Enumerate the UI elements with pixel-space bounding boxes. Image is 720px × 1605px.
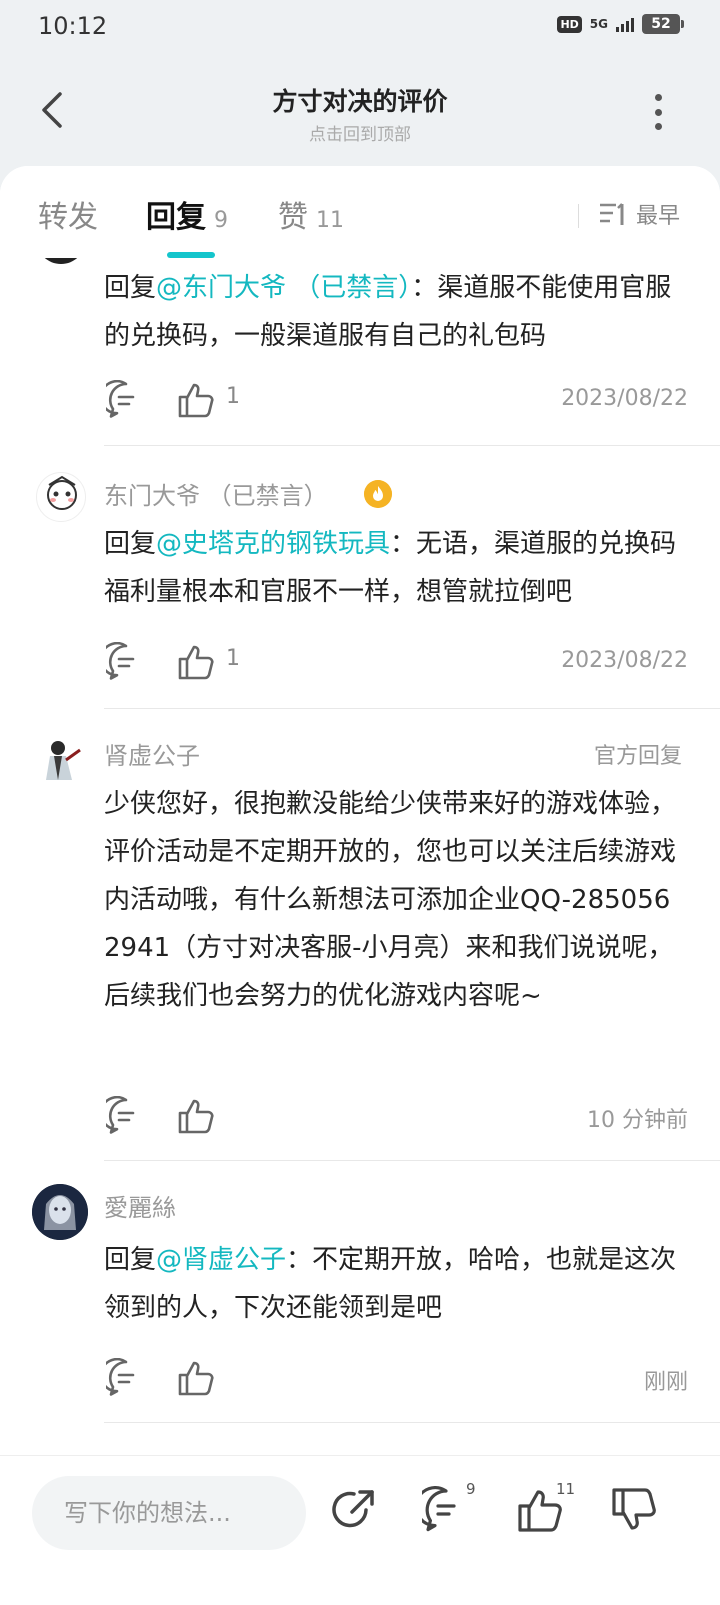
tab-reply[interactable]: 回复 9	[146, 192, 228, 236]
avatar[interactable]	[36, 736, 86, 786]
reply-actions: 刚刚	[104, 1358, 688, 1398]
sort-divider	[578, 204, 579, 228]
comment-icon[interactable]	[106, 642, 146, 682]
network-type: 5G	[589, 17, 608, 31]
thumbs-up-icon[interactable]	[176, 1096, 216, 1136]
status-bar: 10:12 HD 5G 52	[0, 0, 720, 56]
avatar[interactable]	[32, 1184, 88, 1240]
author-name[interactable]: 东门大爷 （已禁言）	[104, 476, 328, 511]
reply-item: 肾虚公子 官方回复 少侠您好，很抱歉没能给少侠带来好的游戏体验，评价活动是不定期…	[0, 736, 720, 1161]
reply-content: 回复@史塔克的钢铁玩具：无语，渠道服的兑换码福利量根本和官服不一样，想管就拉倒吧	[104, 529, 677, 607]
tab-reply-count: 9	[214, 208, 228, 233]
official-reply-tag: 官方回复	[593, 744, 682, 769]
timestamp: 10 分钟前	[587, 1108, 688, 1133]
reply-actions: 1 2023/08/22	[104, 380, 688, 420]
reply-actions: 1 2023/08/22	[104, 642, 688, 682]
status-time: 10:12	[38, 12, 108, 40]
battery-icon: 52	[642, 14, 684, 34]
reply-content: 少侠您好，很抱歉没能给少侠带来好的游戏体验，评价活动是不定期开放的，您也可以关注…	[104, 789, 677, 1011]
back-to-top-hint[interactable]: 点击回到顶部	[0, 120, 720, 145]
share-icon[interactable]	[330, 1486, 378, 1534]
reply-actions: 10 分钟前	[104, 1096, 688, 1136]
author-name[interactable]: 肾虚公子	[104, 736, 200, 771]
tab-like[interactable]: 赞 11	[278, 192, 344, 236]
reply-item: 东门大爷 （已禁言） 回复@史塔克的钢铁玩具：无语，渠道服的兑换码福利量根本和官…	[0, 472, 720, 712]
tab-like-count: 11	[316, 208, 344, 233]
sort-label: 最早	[636, 204, 681, 229]
comment-icon[interactable]	[106, 380, 146, 420]
bottom-action-bar: 写下你的想法... 9 11	[0, 1455, 720, 1605]
nav-bar: 方寸对决的评价 点击回到顶部	[0, 64, 720, 154]
timestamp: 刚刚	[643, 1370, 688, 1395]
thumbs-up-icon[interactable]	[176, 380, 216, 420]
divider	[104, 445, 720, 446]
hd-icon: HD	[557, 15, 582, 33]
comment-input[interactable]: 写下你的想法...	[32, 1476, 306, 1550]
avatar[interactable]	[36, 472, 86, 522]
timestamp: 2023/08/22	[561, 648, 688, 673]
divider	[104, 708, 720, 709]
sort-button[interactable]: 最早	[598, 198, 680, 230]
mention-link[interactable]: @肾虚公子	[156, 1245, 286, 1275]
comment-icon[interactable]	[106, 1358, 146, 1398]
replies-sheet: 转发 回复 9 赞 11 最早 回复@东门大爷 （已禁言）：渠道服不能使用官服的兑换…	[0, 166, 720, 1491]
tab-bar: 转发 回复 9 赞 11 最早	[0, 166, 720, 258]
thumbs-up-icon[interactable]	[176, 1358, 216, 1398]
sort-icon	[600, 203, 624, 225]
mention-link[interactable]: @史塔克的钢铁玩具	[156, 529, 390, 559]
comment-count: 9	[466, 1480, 476, 1498]
author-name[interactable]: 愛麗絲	[104, 1188, 176, 1223]
reply-content: 回复@东门大爷 （已禁言）：渠道服不能使用官服的兑换码，一般渠道服有自己的礼包码	[104, 273, 672, 351]
like-count: 11	[556, 1480, 576, 1498]
timestamp: 2023/08/22	[561, 386, 688, 411]
thumbs-down-icon[interactable]	[610, 1486, 658, 1534]
more-options-icon[interactable]	[652, 94, 664, 130]
divider	[104, 1160, 720, 1161]
mention-link[interactable]: @东门大爷 （已禁言）	[156, 273, 411, 303]
like-count: 1	[226, 384, 240, 409]
divider	[104, 1422, 720, 1423]
page-title[interactable]: 方寸对决的评价	[0, 82, 720, 118]
signal-icon	[616, 16, 634, 32]
comment-icon[interactable]	[106, 1096, 146, 1136]
flame-badge-icon	[364, 480, 392, 508]
like-count: 1	[226, 646, 240, 671]
active-tab-indicator	[167, 252, 215, 258]
tab-forward[interactable]: 转发	[38, 192, 98, 236]
comment-icon[interactable]	[422, 1486, 470, 1534]
thumbs-up-icon[interactable]	[176, 642, 216, 682]
reply-content: 回复@肾虚公子：不定期开放，哈哈，也就是这次领到的人，下次还能领到是吧	[104, 1245, 677, 1323]
status-icons: HD 5G 52	[557, 14, 684, 34]
reply-item: 愛麗絲 回复@肾虚公子：不定期开放，哈哈，也就是这次领到的人，下次还能领到是吧 …	[0, 1184, 720, 1424]
reply-item: 回复@东门大爷 （已禁言）：渠道服不能使用官服的兑换码，一般渠道服有自己的礼包码…	[0, 214, 720, 446]
